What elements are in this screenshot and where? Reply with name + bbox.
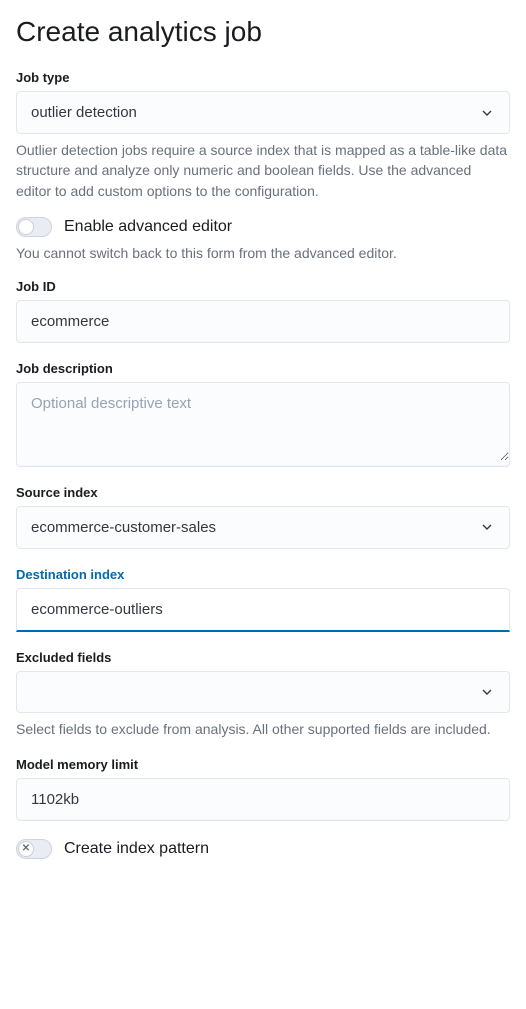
close-icon: ✕: [22, 844, 30, 854]
excluded-fields-help: Select fields to exclude from analysis. …: [16, 719, 510, 739]
destination-index-input[interactable]: [17, 589, 509, 630]
job-description-textarea[interactable]: [17, 383, 509, 461]
toggle-thumb: [18, 219, 34, 235]
source-index-select[interactable]: ecommerce-customer-sales: [16, 506, 510, 549]
page-title: Create analytics job: [16, 16, 510, 48]
advanced-editor-toggle[interactable]: [16, 217, 52, 237]
chevron-down-icon: [479, 684, 495, 700]
create-index-pattern-toggle[interactable]: ✕: [16, 839, 52, 859]
chevron-down-icon: [479, 105, 495, 121]
excluded-fields-label: Excluded fields: [16, 650, 510, 665]
job-id-label: Job ID: [16, 279, 510, 294]
destination-index-label: Destination index: [16, 567, 510, 582]
advanced-editor-help: You cannot switch back to this form from…: [16, 245, 510, 261]
model-memory-input[interactable]: [17, 779, 509, 820]
job-type-value: outlier detection: [31, 104, 137, 121]
job-type-label: Job type: [16, 70, 510, 85]
source-index-value: ecommerce-customer-sales: [31, 519, 216, 536]
model-memory-label: Model memory limit: [16, 757, 510, 772]
toggle-thumb: ✕: [18, 841, 34, 857]
excluded-fields-select[interactable]: [16, 671, 510, 713]
job-id-input[interactable]: [17, 301, 509, 342]
job-description-label: Job description: [16, 361, 510, 376]
chevron-down-icon: [479, 519, 495, 535]
create-index-pattern-label: Create index pattern: [64, 840, 209, 858]
source-index-label: Source index: [16, 485, 510, 500]
job-type-help: Outlier detection jobs require a source …: [16, 140, 510, 201]
job-type-select[interactable]: outlier detection: [16, 91, 510, 134]
advanced-editor-label: Enable advanced editor: [64, 218, 232, 236]
